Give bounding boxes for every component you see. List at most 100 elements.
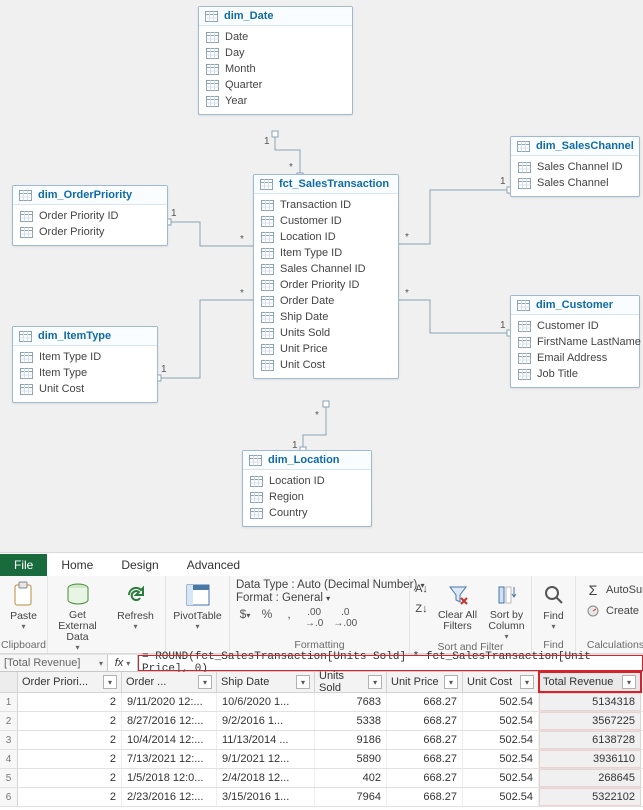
entity-field[interactable]: Transaction ID (258, 197, 394, 213)
cell-op[interactable]: 2 (18, 750, 122, 768)
cell-uc[interactable]: 502.54 (463, 788, 539, 806)
cell-sd[interactable]: 10/6/2020 1... (217, 693, 315, 711)
refresh-button[interactable]: Refresh ▾ (108, 578, 164, 631)
entity-field[interactable]: Job Title (515, 366, 635, 382)
cell-op[interactable]: 2 (18, 788, 122, 806)
column-header-up[interactable]: Unit Price▾ (387, 672, 463, 692)
autosum-button[interactable]: Σ AutoSum▾ (582, 581, 643, 599)
entity-dim-customer[interactable]: dim_Customer Customer ID FirstName LastN… (510, 295, 640, 388)
entity-field[interactable]: Location ID (258, 229, 394, 245)
cell-us[interactable]: 5338 (315, 712, 387, 730)
clear-filters-button[interactable]: Clear All Filters (435, 578, 481, 632)
comma-button[interactable]: , (283, 607, 295, 629)
entity-dim-location[interactable]: dim_Location Location ID Region Country (242, 450, 372, 527)
entity-field[interactable]: Units Sold (258, 325, 394, 341)
cell-up[interactable]: 668.27 (387, 788, 463, 806)
filter-dropdown-icon[interactable]: ▾ (622, 675, 636, 689)
percent-button[interactable]: % (261, 607, 273, 629)
cell-us[interactable]: 402 (315, 769, 387, 787)
fx-button[interactable]: fx▾ (108, 655, 138, 671)
entity-field[interactable]: Order Priority (17, 224, 163, 240)
cell-sd[interactable]: 3/15/2016 1... (217, 788, 315, 806)
entity-field[interactable]: Unit Cost (258, 357, 394, 373)
filter-dropdown-icon[interactable]: ▾ (198, 675, 212, 689)
entity-field[interactable]: Unit Price (258, 341, 394, 357)
entity-dim-date[interactable]: dim_Date Date Day Month Quarter Year (198, 6, 353, 115)
column-header-uc[interactable]: Unit Cost▾ (463, 672, 539, 692)
sort-az-button[interactable]: A↓ (411, 580, 433, 598)
cell-up[interactable]: 668.27 (387, 731, 463, 749)
cell-od[interactable]: 8/27/2016 12:... (122, 712, 217, 730)
row-number[interactable]: 6 (0, 788, 18, 806)
entity-field[interactable]: Region (247, 489, 367, 505)
column-header-us[interactable]: Units Sold▾ (315, 672, 387, 692)
column-header-sd[interactable]: Ship Date▾ (217, 672, 315, 692)
entity-field[interactable]: FirstName LastName (515, 334, 635, 350)
entity-field[interactable]: Ship Date (258, 309, 394, 325)
entity-field[interactable]: Customer ID (258, 213, 394, 229)
entity-field[interactable]: Order Priority ID (258, 277, 394, 293)
cell-up[interactable]: 668.27 (387, 769, 463, 787)
pivottable-button[interactable]: PivotTable ▾ (170, 578, 226, 631)
data-type-selector[interactable]: Data Type : Auto (Decimal Number) ▾ (236, 579, 403, 591)
cell-tr[interactable]: 5134318 (539, 693, 641, 711)
filter-dropdown-icon[interactable]: ▾ (444, 675, 458, 689)
entity-field[interactable]: Quarter (203, 77, 348, 93)
formula-input[interactable]: = ROUND(fct_SalesTransaction[Units Sold]… (138, 655, 643, 671)
entity-field[interactable]: Sales Channel (515, 175, 635, 191)
cell-us[interactable]: 5890 (315, 750, 387, 768)
entity-field[interactable]: Item Type ID (258, 245, 394, 261)
entity-field[interactable]: Unit Cost (17, 381, 153, 397)
tab-advanced[interactable]: Advanced (173, 554, 254, 576)
entity-field[interactable]: Sales Channel ID (515, 159, 635, 175)
sort-by-column-button[interactable]: Sort by Column ▾ (483, 578, 531, 641)
entity-field[interactable]: Order Date (258, 293, 394, 309)
table-row[interactable]: 521/5/2018 12:0...2/4/2018 12...402668.2… (0, 769, 643, 788)
erd-canvas[interactable]: 1 * 1 * 1 * 1 * 1 * 1 * dim_Date Date Da… (0, 0, 643, 552)
cell-tr[interactable]: 5322102 (539, 788, 641, 806)
row-number[interactable]: 2 (0, 712, 18, 730)
cell-sd[interactable]: 9/2/2016 1... (217, 712, 315, 730)
filter-dropdown-icon[interactable]: ▾ (368, 675, 382, 689)
find-button[interactable]: Find ▾ (535, 578, 573, 631)
entity-field[interactable]: Email Address (515, 350, 635, 366)
cell-op[interactable]: 2 (18, 693, 122, 711)
cell-tr[interactable]: 3567225 (539, 712, 641, 730)
get-external-data-button[interactable]: Get External Data ▾ (50, 578, 106, 652)
cell-up[interactable]: 668.27 (387, 712, 463, 730)
tab-design[interactable]: Design (107, 554, 172, 576)
cell-uc[interactable]: 502.54 (463, 731, 539, 749)
entity-dim-saleschannel[interactable]: dim_SalesChannel Sales Channel ID Sales … (510, 136, 640, 197)
table-row[interactable]: 622/23/2016 12:...3/15/2016 1...7964668.… (0, 788, 643, 807)
table-row[interactable]: 3210/4/2014 12:...11/13/2014 ...9186668.… (0, 731, 643, 750)
column-header-tr[interactable]: Total Revenue▾ (539, 672, 641, 692)
cell-us[interactable]: 9186 (315, 731, 387, 749)
entity-dim-itemtype[interactable]: dim_ItemType Item Type ID Item Type Unit… (12, 326, 158, 403)
cell-us[interactable]: 7964 (315, 788, 387, 806)
create-kpi-button[interactable]: Create KPI (582, 602, 643, 620)
entity-field[interactable]: Day (203, 45, 348, 61)
cell-sd[interactable]: 9/1/2021 12... (217, 750, 315, 768)
cell-od[interactable]: 2/23/2016 12:... (122, 788, 217, 806)
cell-op[interactable]: 2 (18, 769, 122, 787)
column-header-op[interactable]: Order Priori...▾ (18, 672, 122, 692)
cell-od[interactable]: 9/11/2020 12:... (122, 693, 217, 711)
row-number[interactable]: 3 (0, 731, 18, 749)
entity-fct-salestransaction[interactable]: fct_SalesTransaction Transaction ID Cust… (253, 174, 399, 379)
currency-button[interactable]: $▾ (239, 607, 251, 629)
cell-op[interactable]: 2 (18, 731, 122, 749)
cell-up[interactable]: 668.27 (387, 750, 463, 768)
column-header-od[interactable]: Order ...▾ (122, 672, 217, 692)
cell-od[interactable]: 7/13/2021 12:... (122, 750, 217, 768)
tab-home[interactable]: Home (47, 554, 107, 576)
cell-up[interactable]: 668.27 (387, 693, 463, 711)
entity-field[interactable]: Sales Channel ID (258, 261, 394, 277)
paste-button[interactable]: Paste ▾ (4, 578, 44, 631)
cell-uc[interactable]: 502.54 (463, 693, 539, 711)
sort-za-button[interactable]: Z↓ (411, 600, 433, 618)
filter-dropdown-icon[interactable]: ▾ (520, 675, 534, 689)
cell-uc[interactable]: 502.54 (463, 769, 539, 787)
cell-uc[interactable]: 502.54 (463, 750, 539, 768)
cell-sd[interactable]: 2/4/2018 12... (217, 769, 315, 787)
cell-us[interactable]: 7683 (315, 693, 387, 711)
